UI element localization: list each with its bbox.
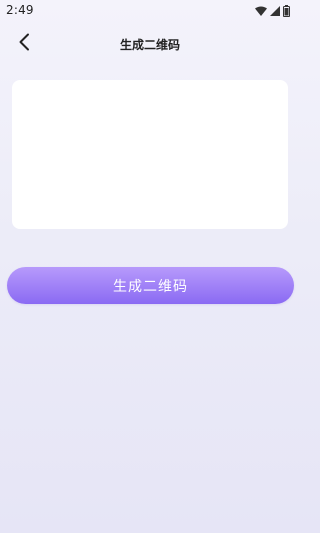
wifi-icon <box>255 6 267 16</box>
battery-icon <box>283 5 290 17</box>
status-time: 2:49 <box>6 3 34 17</box>
cell-signal-icon <box>270 6 280 16</box>
content-input-card <box>12 80 288 229</box>
top-app-bar: 生成二维码 <box>0 28 300 60</box>
content-input[interactable] <box>12 80 288 229</box>
status-icons <box>255 4 290 18</box>
generate-qr-button-label: 生成二维码 <box>113 278 188 295</box>
page-title: 生成二维码 <box>119 38 180 52</box>
status-bar: 2:49 <box>0 0 300 22</box>
generate-qr-button[interactable]: 生成二维码 <box>7 267 294 304</box>
